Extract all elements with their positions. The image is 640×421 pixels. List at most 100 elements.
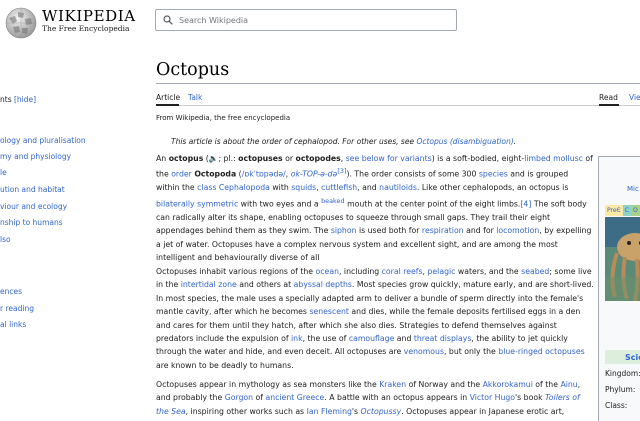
link[interactable]: species xyxy=(479,170,508,179)
link[interactable]: locomotion xyxy=(496,226,539,235)
toc-item[interactable]: ology and pluralisation xyxy=(0,136,86,145)
text: and xyxy=(394,334,414,344)
link[interactable]: bilaterally symmetric xyxy=(156,199,238,208)
active-view-indicator xyxy=(599,104,619,106)
link[interactable]: Kraken xyxy=(379,380,406,389)
link[interactable]: ancient Greece xyxy=(265,393,324,402)
link[interactable]: seabed xyxy=(521,267,549,276)
link[interactable]: see below for variants xyxy=(346,154,432,163)
link[interactable]: camouflage xyxy=(349,334,395,343)
link[interactable]: venomous xyxy=(404,347,444,356)
octopus-photo[interactable] xyxy=(605,217,640,301)
link[interactable]: nautiloids xyxy=(379,183,417,192)
toc-item[interactable]: r reading xyxy=(0,304,34,313)
toc-item[interactable]: al links xyxy=(0,320,26,329)
link[interactable]: intertidal zone xyxy=(181,280,237,289)
toc-item[interactable]: lso xyxy=(0,235,11,244)
respelling-link[interactable]: ok-TOP-ə-də xyxy=(291,170,338,179)
link[interactable]: ink xyxy=(291,334,303,343)
text: with xyxy=(269,183,292,193)
toc-item[interactable]: ution and habitat xyxy=(0,185,65,194)
tab-view-history[interactable]: Vie xyxy=(629,93,640,102)
wikipedia-globe-logo[interactable] xyxy=(4,6,38,40)
text: Octopuses inhabit various regions of the xyxy=(156,267,316,276)
tab-read[interactable]: Read xyxy=(599,93,618,102)
site-subtitle: From Wikipedia, the free encyclopedia xyxy=(156,114,291,122)
page-title: Octopus xyxy=(156,60,230,80)
link[interactable]: limbed xyxy=(524,154,550,163)
hatnote: This article is about the order of cepha… xyxy=(171,137,516,146)
timescale-cell[interactable]: C xyxy=(622,205,631,216)
text: is used both for xyxy=(356,226,422,236)
link[interactable]: respiration xyxy=(422,226,464,235)
ipa-link[interactable]: /ɒkˈtɒpədə/ xyxy=(242,170,286,179)
link[interactable]: Ian Fleming xyxy=(307,407,352,416)
bold-text: Octopoda xyxy=(194,169,237,179)
text: mouth at the center point of the eight l… xyxy=(344,199,521,209)
link[interactable]: blue-ringed octopuses xyxy=(498,347,584,356)
link[interactable]: [4] xyxy=(520,199,531,208)
hatnote-suffix: . xyxy=(513,137,517,146)
wikipedia-wordmark[interactable]: WIKIPEDIA xyxy=(42,7,136,25)
timescale-cell[interactable]: PreЄ xyxy=(605,205,623,216)
link[interactable]: ocean xyxy=(316,267,339,276)
text: of the xyxy=(532,380,561,389)
search-box[interactable] xyxy=(155,9,457,31)
hatnote-link[interactable]: Octopus (disambiguation) xyxy=(416,137,513,146)
toc-item[interactable]: my and physiology xyxy=(0,152,71,161)
infobox-row-kingdom: Kingdom: xyxy=(605,369,640,378)
link[interactable]: Cephalopoda xyxy=(219,183,270,192)
infobox-classification-header[interactable]: Scie xyxy=(625,353,640,362)
text: ). The order consists of some 300 xyxy=(346,169,479,179)
link[interactable]: order xyxy=(171,170,192,179)
text: of Norway and the xyxy=(406,380,483,389)
title-divider xyxy=(156,83,640,84)
link[interactable]: coral reefs xyxy=(382,267,423,276)
link[interactable]: cuttlefish xyxy=(321,183,357,192)
text: . Like other cephalopods, an octopus is xyxy=(416,183,569,193)
link[interactable]: mollusc xyxy=(553,154,583,163)
text: . A battle with an octopus appears in xyxy=(324,393,470,403)
toc-hide-link[interactable]: [hide] xyxy=(14,95,36,104)
text: and others at xyxy=(236,280,294,290)
toc-title: nts xyxy=(0,95,12,104)
link[interactable]: Victor Hugo xyxy=(470,393,515,402)
tab-article[interactable]: Article xyxy=(156,93,180,102)
hatnote-text: This article is about the order of cepha… xyxy=(171,137,417,146)
text: with two eyes and a xyxy=(238,199,322,209)
toc-item[interactable]: nship to humans xyxy=(0,218,63,227)
bold-text: octopodes xyxy=(295,154,341,163)
text: , including xyxy=(338,267,382,276)
text: An xyxy=(156,154,169,163)
link[interactable]: Gorgon xyxy=(225,393,253,402)
link[interactable]: squids xyxy=(291,183,316,192)
text: ; pl.: xyxy=(218,154,239,163)
link[interactable]: class xyxy=(197,183,216,192)
link[interactable]: abyssal depths xyxy=(294,280,352,289)
bold-text: octopuses xyxy=(238,154,283,163)
link[interactable]: senescent xyxy=(309,307,349,316)
text: . Octopuses appear in Japanese erotic ar… xyxy=(401,406,565,416)
article-paragraph-3: Octopuses appear in mythology as sea mon… xyxy=(156,378,594,421)
tabs-divider xyxy=(156,105,640,106)
toc-item[interactable]: viour and ecology xyxy=(0,202,67,211)
article-paragraph-1: An octopus (🔉; pl.: octopuses or octopod… xyxy=(156,152,594,264)
toc-item[interactable]: ences xyxy=(0,287,22,296)
search-input[interactable] xyxy=(179,15,439,25)
infobox-top-link[interactable]: Mic xyxy=(627,185,639,193)
link[interactable]: pelagic xyxy=(427,267,455,276)
citation-link[interactable]: beaked xyxy=(321,197,345,205)
link[interactable]: threat displays xyxy=(414,334,472,343)
text: are known to be deadly to humans. xyxy=(156,360,294,370)
text: 's book xyxy=(515,393,546,403)
tab-talk[interactable]: Talk xyxy=(188,93,202,102)
text: or xyxy=(282,154,296,163)
timescale-cell[interactable]: O xyxy=(630,205,640,216)
text: 's xyxy=(351,406,361,416)
link[interactable]: Ainu xyxy=(560,380,577,389)
link[interactable]: siphon xyxy=(331,226,357,235)
text: , but only the xyxy=(443,347,499,357)
toc-item[interactable]: le xyxy=(0,168,7,177)
link[interactable]: Akkorokamui xyxy=(483,380,533,389)
link[interactable]: Octopussy xyxy=(361,407,402,416)
